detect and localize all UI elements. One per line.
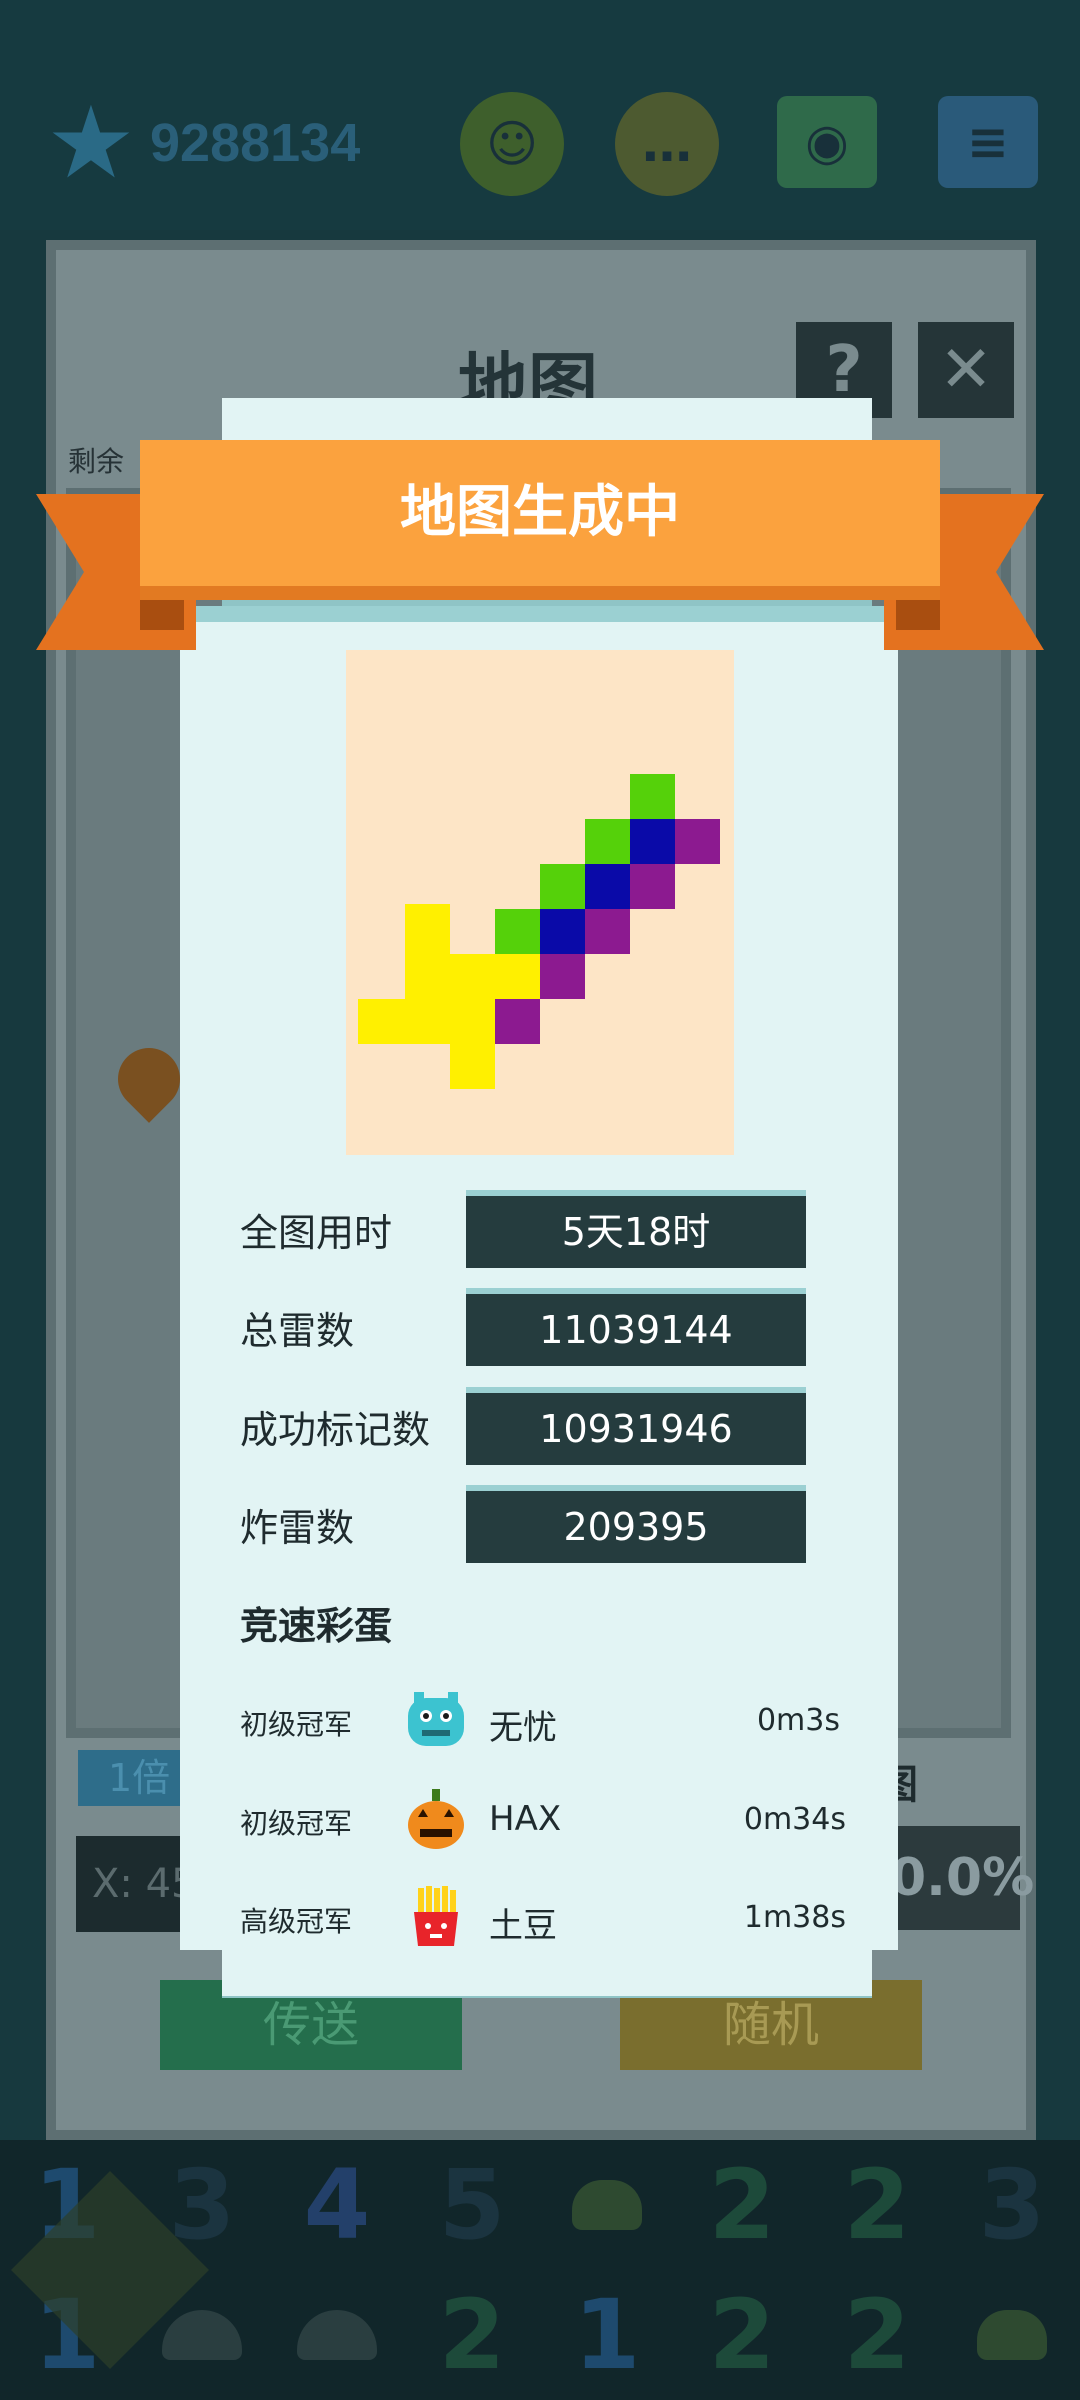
pumpkin-avatar-icon [404,1787,468,1851]
smiley-icon: ☺ [485,115,539,173]
stat-value-total-mines: 11039144 [466,1288,806,1366]
burger-icon[interactable] [945,2270,1079,2400]
winner-time: 0m34s [743,1802,846,1837]
close-button[interactable]: ✕ [918,322,1014,418]
menu-icon: ≡ [967,113,1009,171]
modal-title: 地图生成中 [400,480,680,545]
winner-time: 1m38s [743,1900,846,1935]
board-cell[interactable]: 2 [675,2140,809,2270]
board-cell[interactable]: 5 [405,2140,539,2270]
burger-icon[interactable] [540,2140,674,2270]
winner-time: 0m3s [756,1703,840,1738]
monster-avatar-icon [404,1688,468,1752]
stat-label-total-mines: 总雷数 [240,1309,355,1353]
star-icon: ★ [46,84,136,201]
board-cell[interactable]: 1 [540,2270,674,2400]
board-cell[interactable]: 2 [810,2270,944,2400]
winner-rank: 初级冠军 [240,1708,353,1741]
stat-label-total-time: 全图用时 [240,1211,393,1255]
board-cell[interactable]: 2 [405,2270,539,2400]
stat-label-flagged: 成功标记数 [240,1408,431,1452]
winner-name: 土豆 [489,1906,557,1946]
stat-value-total-time: 5天18时 [466,1190,806,1268]
map-preview-sword-image [346,650,734,1155]
modal-rim [180,606,898,622]
fries-avatar-icon [404,1884,468,1948]
chat-icon: … [642,115,692,173]
score-value: 9288134 [150,113,361,173]
emoji-button[interactable]: ☺ [460,92,564,196]
board-cell[interactable]: 2 [675,2270,809,2400]
board-cell[interactable]: 2 [810,2140,944,2270]
chat-button[interactable]: … [615,92,719,196]
winner-name: HAX [489,1799,562,1839]
stat-value-flagged: 10931946 [466,1387,806,1465]
remaining-label: 剩余 [68,445,125,478]
easter-egg-title: 竞速彩蛋 [240,1604,393,1648]
board-cell[interactable]: 4 [270,2140,404,2270]
modal-bottom-edge [222,1950,872,1996]
winner-rank: 初级冠军 [240,1807,353,1840]
winner-rank: 高级冠军 [240,1905,353,1938]
blob-icon[interactable] [270,2270,404,2400]
menu-button[interactable]: ≡ [938,96,1038,188]
board-cell[interactable]: 3 [945,2140,1079,2270]
stat-label-exploded: 炸雷数 [240,1506,355,1550]
map-pin-icon: ◉ [805,113,849,171]
winner-name: 无忧 [489,1708,557,1748]
ribbon-fold-left [140,600,184,630]
stat-value-exploded: 209395 [466,1485,806,1563]
ribbon-fold-right [896,600,940,630]
location-button[interactable]: ◉ [777,96,877,188]
